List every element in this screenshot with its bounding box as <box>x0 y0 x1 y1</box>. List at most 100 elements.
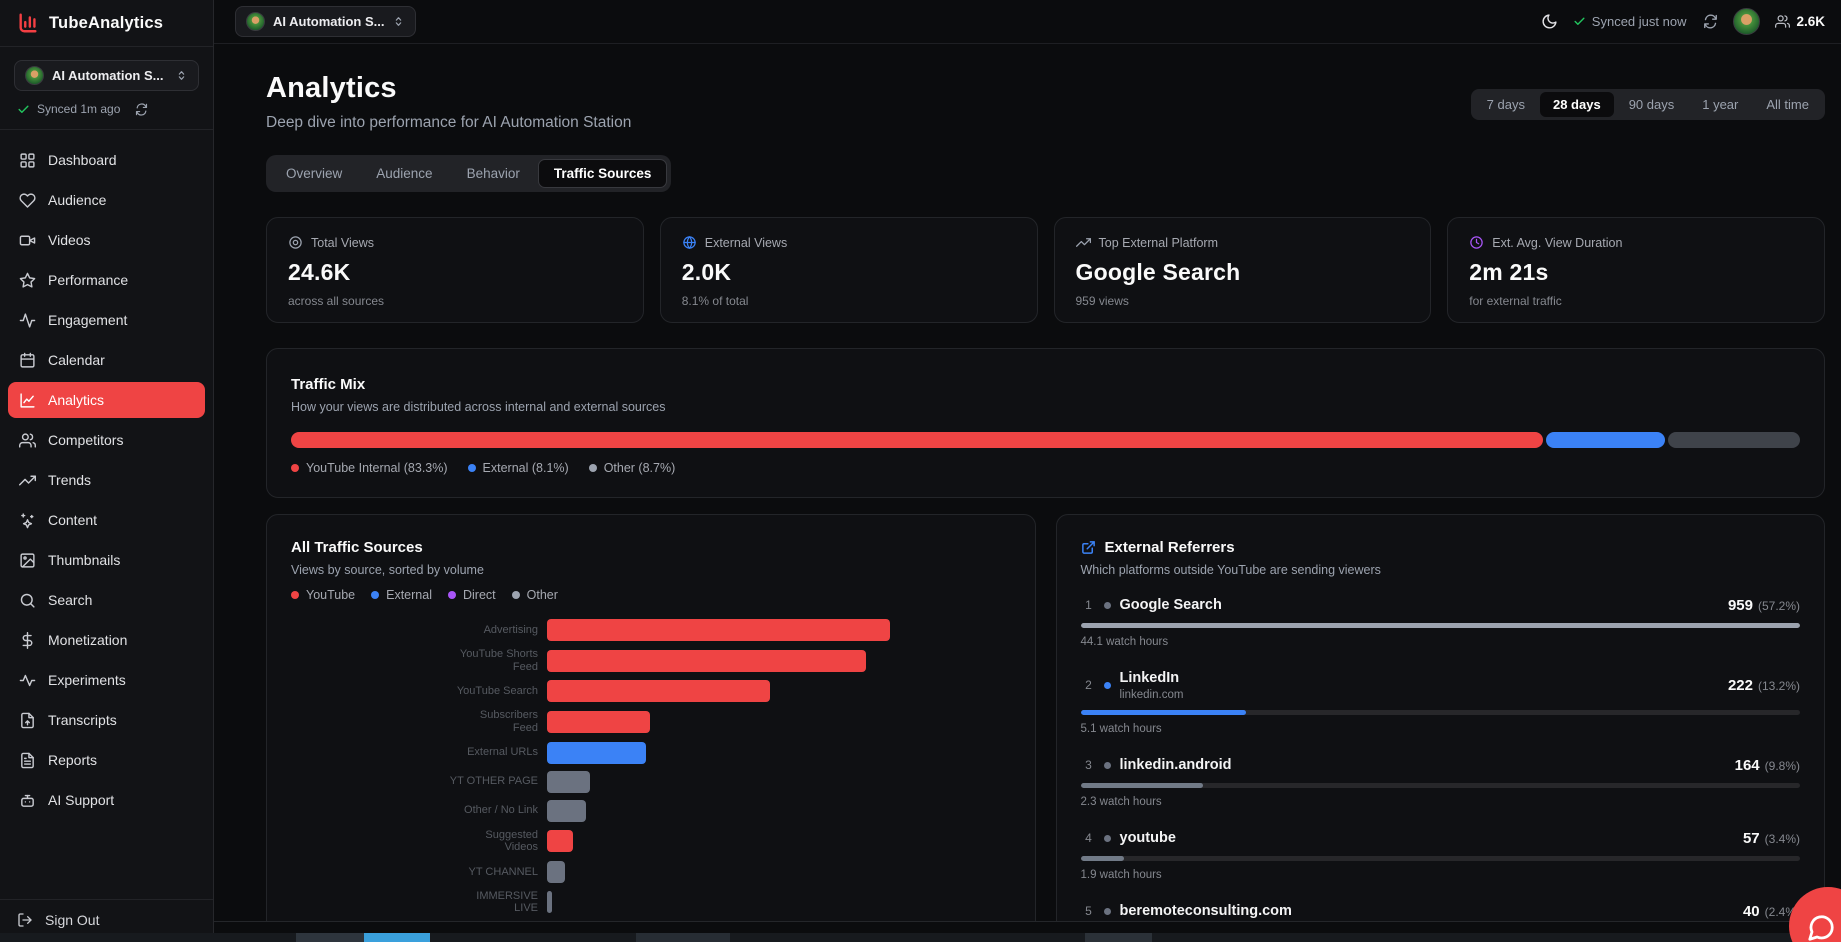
legend-label: YouTube <box>306 588 355 602</box>
referrers-list: 1Google Search959(57.2%)44.1 watch hours… <box>1081 596 1801 922</box>
source-bar[interactable] <box>547 800 586 822</box>
sidebar-item-label: Thumbnails <box>48 552 120 568</box>
sidebar-sync-label: Synced 1m ago <box>37 102 120 116</box>
referrer-rank: 1 <box>1081 598 1097 612</box>
range-7-days[interactable]: 7 days <box>1474 92 1538 117</box>
sidebar-item-label: Search <box>48 592 92 608</box>
chart-tick: YT CHANNEL <box>291 866 547 879</box>
refresh-icon[interactable] <box>135 103 148 116</box>
app-name: TubeAnalytics <box>49 14 163 33</box>
chart-row-other-no-link: Other / No Link <box>291 800 1011 822</box>
sidebar-item-label: Reports <box>48 752 97 768</box>
sidebar-item-label: Calendar <box>48 352 105 368</box>
referrer-watch-hours: 2.3 watch hours <box>1081 796 1801 808</box>
source-bar[interactable] <box>547 711 650 733</box>
source-bar[interactable] <box>547 861 565 883</box>
sidebar-item-reports[interactable]: Reports <box>8 742 205 778</box>
sidebar-item-content[interactable]: Content <box>8 502 205 538</box>
sidebar-item-ai-support[interactable]: AI Support <box>8 782 205 818</box>
tab-audience[interactable]: Audience <box>360 159 448 188</box>
referrer-rank: 3 <box>1081 758 1097 772</box>
channel-avatar <box>246 12 265 31</box>
tab-overview[interactable]: Overview <box>270 159 358 188</box>
referrer-dot-icon <box>1104 762 1111 769</box>
traffic-mix-bar <box>291 432 1800 448</box>
refresh-icon[interactable] <box>1703 14 1718 29</box>
topbar-actions: Synced just now 2.6K <box>1541 8 1825 35</box>
range-90-days[interactable]: 90 days <box>1616 92 1688 117</box>
topbar: AI Automation S... Synced just now <box>214 0 1841 44</box>
chart-tick-label: YouTube Search <box>457 685 538 698</box>
tab-traffic-sources[interactable]: Traffic Sources <box>538 159 668 188</box>
chart-tick: External URLs <box>291 746 547 759</box>
sidebar-item-performance[interactable]: Performance <box>8 262 205 298</box>
mix-segment-other <box>1668 432 1800 448</box>
metric-label: Top External Platform <box>1099 236 1219 250</box>
source-bar[interactable] <box>547 830 573 852</box>
bot-icon <box>19 792 36 809</box>
source-bar[interactable] <box>547 771 590 793</box>
app-logo: TubeAnalytics <box>0 0 213 47</box>
legend-dot-icon <box>468 464 476 472</box>
referrer-views: 40 <box>1743 903 1760 920</box>
referrer-name: LinkedIn <box>1120 670 1180 686</box>
activity-icon <box>19 312 36 329</box>
chart-tick: IMMERSIVE LIVE <box>291 890 547 915</box>
chart-bar-area <box>547 861 1011 883</box>
sidebar-item-trends[interactable]: Trends <box>8 462 205 498</box>
referrer-item-linkedin-android: 3linkedin.android164(9.8%)2.3 watch hour… <box>1081 756 1801 808</box>
referrer-bar-track <box>1081 710 1801 715</box>
sidebar-channel-selector[interactable]: AI Automation S... <box>14 60 199 91</box>
external-referrers-panel: External Referrers Which platforms outsi… <box>1056 514 1826 922</box>
pulse-icon <box>19 672 36 689</box>
topbar-channel-selector[interactable]: AI Automation S... <box>235 6 416 37</box>
sidebar-item-competitors[interactable]: Competitors <box>8 422 205 458</box>
subscriber-count-value: 2.6K <box>1796 14 1825 29</box>
sidebar-item-search[interactable]: Search <box>8 582 205 618</box>
user-avatar[interactable] <box>1733 8 1760 35</box>
range-28-days[interactable]: 28 days <box>1540 92 1614 117</box>
sidebar-item-monetization[interactable]: Monetization <box>8 622 205 658</box>
metric-label: Total Views <box>311 236 374 250</box>
traffic-mix-panel: Traffic Mix How your views are distribut… <box>266 348 1825 498</box>
source-bar[interactable] <box>547 891 552 913</box>
mix-legend-external-8-1: External (8.1%) <box>468 461 569 475</box>
chart-bar-area <box>547 650 1011 672</box>
source-bar[interactable] <box>547 680 770 702</box>
analytics-tabs: OverviewAudienceBehaviorTraffic Sources <box>266 155 671 192</box>
sidebar-item-transcripts[interactable]: Transcripts <box>8 702 205 738</box>
sidebar-item-dashboard[interactable]: Dashboard <box>8 142 205 178</box>
range-1-year[interactable]: 1 year <box>1689 92 1751 117</box>
tab-behavior[interactable]: Behavior <box>451 159 536 188</box>
chart-row-youtube-shorts-feed: YouTube Shorts Feed <box>291 648 1011 673</box>
dark-mode-toggle-moon-icon[interactable] <box>1541 13 1558 30</box>
referrer-bar-fill <box>1081 856 1124 861</box>
sidebar-item-calendar[interactable]: Calendar <box>8 342 205 378</box>
sources-title: All Traffic Sources <box>291 539 1011 556</box>
chart-tick: YouTube Shorts Feed <box>291 648 547 673</box>
metric-value: 24.6K <box>288 259 622 286</box>
legend-dot-icon <box>291 464 299 472</box>
referrers-title: External Referrers <box>1105 539 1235 556</box>
all-traffic-sources-panel: All Traffic Sources Views by source, sor… <box>266 514 1036 922</box>
sidebar-item-engagement[interactable]: Engagement <box>8 302 205 338</box>
legend-label: External (8.1%) <box>483 461 569 475</box>
sidebar-item-thumbnails[interactable]: Thumbnails <box>8 542 205 578</box>
metric-card-total-views: Total Views24.6Kacross all sources <box>266 217 644 323</box>
legend-label: YouTube Internal (83.3%) <box>306 461 448 475</box>
range-all-time[interactable]: All time <box>1753 92 1822 117</box>
sidebar-item-videos[interactable]: Videos <box>8 222 205 258</box>
source-bar[interactable] <box>547 619 890 641</box>
sidebar-item-experiments[interactable]: Experiments <box>8 662 205 698</box>
metric-card-ext-avg-view-duration: Ext. Avg. View Duration2m 21sfor externa… <box>1447 217 1825 323</box>
referrer-domain: linkedin.com <box>1120 689 1184 701</box>
source-bar[interactable] <box>547 650 866 672</box>
referrer-share: (9.8%) <box>1765 759 1800 773</box>
referrer-item-google-search: 1Google Search959(57.2%)44.1 watch hours <box>1081 596 1801 648</box>
sidebar-item-analytics[interactable]: Analytics <box>8 382 205 418</box>
chart-bar-area <box>547 771 1011 793</box>
sidebar-item-audience[interactable]: Audience <box>8 182 205 218</box>
source-bar[interactable] <box>547 742 646 764</box>
referrer-watch-hours: 44.1 watch hours <box>1081 636 1801 648</box>
legend-dot-icon <box>448 591 456 599</box>
